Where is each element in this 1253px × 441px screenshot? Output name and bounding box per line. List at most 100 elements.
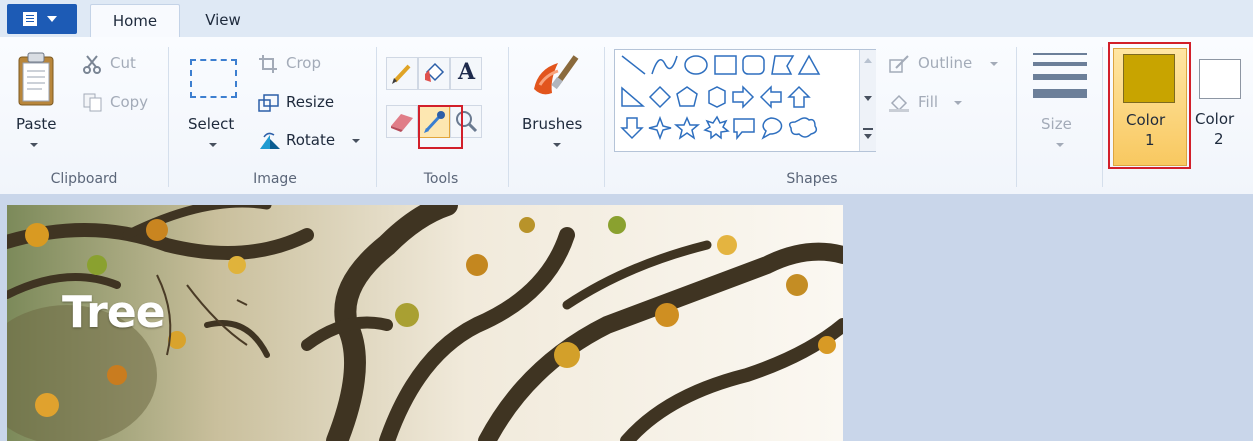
six-point-star-shape-icon bbox=[703, 115, 730, 140]
cut-button[interactable]: Cut bbox=[80, 52, 150, 76]
scissors-icon bbox=[83, 55, 101, 74]
selection-rectangle-icon bbox=[190, 59, 237, 98]
group-separator bbox=[604, 47, 605, 187]
outline-button[interactable]: Outline bbox=[886, 52, 1006, 76]
color-picker-highlight-box bbox=[418, 105, 463, 149]
tab-view[interactable]: View bbox=[190, 4, 256, 37]
group-separator bbox=[1102, 47, 1103, 187]
shapes-gallery bbox=[614, 49, 876, 152]
scroll-up-icon[interactable] bbox=[864, 58, 872, 63]
pentagon-shape-icon bbox=[676, 86, 698, 107]
ribbon: Paste Cut Copy Clipboard Select Crop Res… bbox=[0, 37, 1253, 195]
brushes-button[interactable]: Brushes bbox=[516, 47, 596, 157]
chevron-down-icon bbox=[990, 62, 998, 66]
rotate-icon bbox=[260, 132, 280, 149]
select-label: Select bbox=[188, 115, 235, 133]
group-separator bbox=[508, 47, 509, 187]
gallery-expand-bar-icon bbox=[863, 128, 873, 130]
left-arrow-shape-icon bbox=[759, 85, 782, 109]
size-line-thin-icon bbox=[1033, 53, 1087, 55]
resize-label: Resize bbox=[286, 93, 335, 111]
rounded-rectangle-shape-icon bbox=[742, 55, 765, 75]
copy-icon bbox=[83, 93, 102, 112]
oval-shape-icon bbox=[684, 55, 708, 75]
size-button[interactable]: Size bbox=[1026, 47, 1096, 157]
oval-callout-shape-icon bbox=[761, 117, 783, 140]
gallery-expand-icon[interactable] bbox=[864, 134, 872, 139]
down-arrow-shape-icon bbox=[620, 117, 644, 140]
pencil-tool[interactable] bbox=[386, 57, 418, 90]
diamond-shape-icon bbox=[648, 85, 672, 109]
outline-label: Outline bbox=[918, 54, 973, 72]
chevron-down-icon bbox=[47, 16, 57, 22]
scroll-down-icon[interactable] bbox=[864, 96, 872, 101]
rotate-button[interactable]: Rotate bbox=[256, 129, 366, 153]
copy-button[interactable]: Copy bbox=[80, 91, 156, 115]
brushes-label: Brushes bbox=[522, 115, 583, 133]
clipboard-icon bbox=[18, 52, 54, 106]
fill-bucket-icon bbox=[425, 62, 445, 82]
group-separator bbox=[168, 47, 169, 187]
tools-group-label: Tools bbox=[423, 171, 459, 187]
outline-icon bbox=[889, 55, 909, 73]
canvas-text-tree: Tree bbox=[62, 287, 166, 338]
size-line-thick-icon bbox=[1033, 74, 1087, 80]
text-tool[interactable]: A bbox=[450, 57, 482, 90]
group-separator bbox=[376, 47, 377, 187]
hexagon-shape-icon bbox=[708, 86, 726, 108]
resize-icon bbox=[258, 94, 279, 112]
right-triangle-shape-icon bbox=[621, 86, 646, 107]
chevron-down-icon bbox=[1056, 143, 1064, 147]
resize-button[interactable]: Resize bbox=[256, 91, 348, 115]
triangle-shape-icon bbox=[797, 54, 821, 75]
cut-label: Cut bbox=[110, 54, 136, 72]
eraser-tool[interactable] bbox=[386, 105, 418, 138]
rectangular-callout-shape-icon bbox=[733, 118, 755, 141]
crop-button[interactable]: Crop bbox=[256, 52, 336, 76]
rotate-label: Rotate bbox=[286, 131, 336, 149]
up-arrow-shape-icon bbox=[787, 85, 811, 108]
chevron-down-icon bbox=[30, 143, 38, 147]
color2-label-line2: 2 bbox=[1214, 130, 1224, 148]
cloud-callout-shape-icon bbox=[788, 117, 818, 138]
eraser-icon bbox=[391, 114, 413, 132]
select-button[interactable]: Select bbox=[182, 47, 248, 157]
rectangle-shape-icon bbox=[714, 55, 737, 75]
color2-swatch bbox=[1199, 59, 1241, 99]
polygon-shape-icon bbox=[771, 55, 795, 75]
pencil-icon bbox=[392, 64, 411, 84]
color2-button[interactable]: Color 2 bbox=[1192, 48, 1250, 166]
paste-label: Paste bbox=[16, 115, 57, 133]
size-label: Size bbox=[1041, 115, 1072, 133]
fill-label: Fill bbox=[918, 93, 939, 111]
fill-tool[interactable] bbox=[418, 57, 450, 90]
crop-icon bbox=[259, 55, 277, 73]
app-menu-button[interactable] bbox=[7, 4, 77, 34]
clipboard-group-label: Clipboard bbox=[50, 171, 118, 187]
text-icon: A bbox=[458, 59, 476, 85]
five-point-star-shape-icon bbox=[673, 116, 701, 140]
right-arrow-shape-icon bbox=[732, 85, 755, 109]
fill-icon bbox=[889, 94, 909, 112]
shapes-group-label: Shapes bbox=[786, 171, 838, 187]
image-group-label: Image bbox=[253, 171, 297, 187]
four-point-star-shape-icon bbox=[648, 115, 672, 141]
group-separator bbox=[1016, 47, 1017, 187]
crop-label: Crop bbox=[286, 54, 322, 72]
copy-label: Copy bbox=[110, 93, 149, 111]
chevron-down-icon bbox=[352, 139, 360, 143]
brush-icon bbox=[534, 55, 579, 95]
size-line-medium-icon bbox=[1033, 62, 1087, 66]
shapes-gallery-scrollbar[interactable] bbox=[859, 50, 876, 151]
line-shape-icon bbox=[621, 55, 646, 75]
chevron-down-icon bbox=[954, 101, 962, 105]
color1-highlight-box bbox=[1108, 42, 1191, 169]
fill-button[interactable]: Fill bbox=[886, 91, 976, 115]
chevron-down-icon bbox=[209, 143, 217, 147]
tab-home[interactable]: Home bbox=[90, 4, 180, 39]
curve-shape-icon bbox=[651, 55, 678, 75]
ribbon-tab-strip bbox=[0, 0, 1253, 38]
document-icon bbox=[23, 12, 37, 26]
shapes-gallery-icons bbox=[620, 54, 821, 141]
paste-button[interactable]: Paste bbox=[10, 47, 57, 157]
